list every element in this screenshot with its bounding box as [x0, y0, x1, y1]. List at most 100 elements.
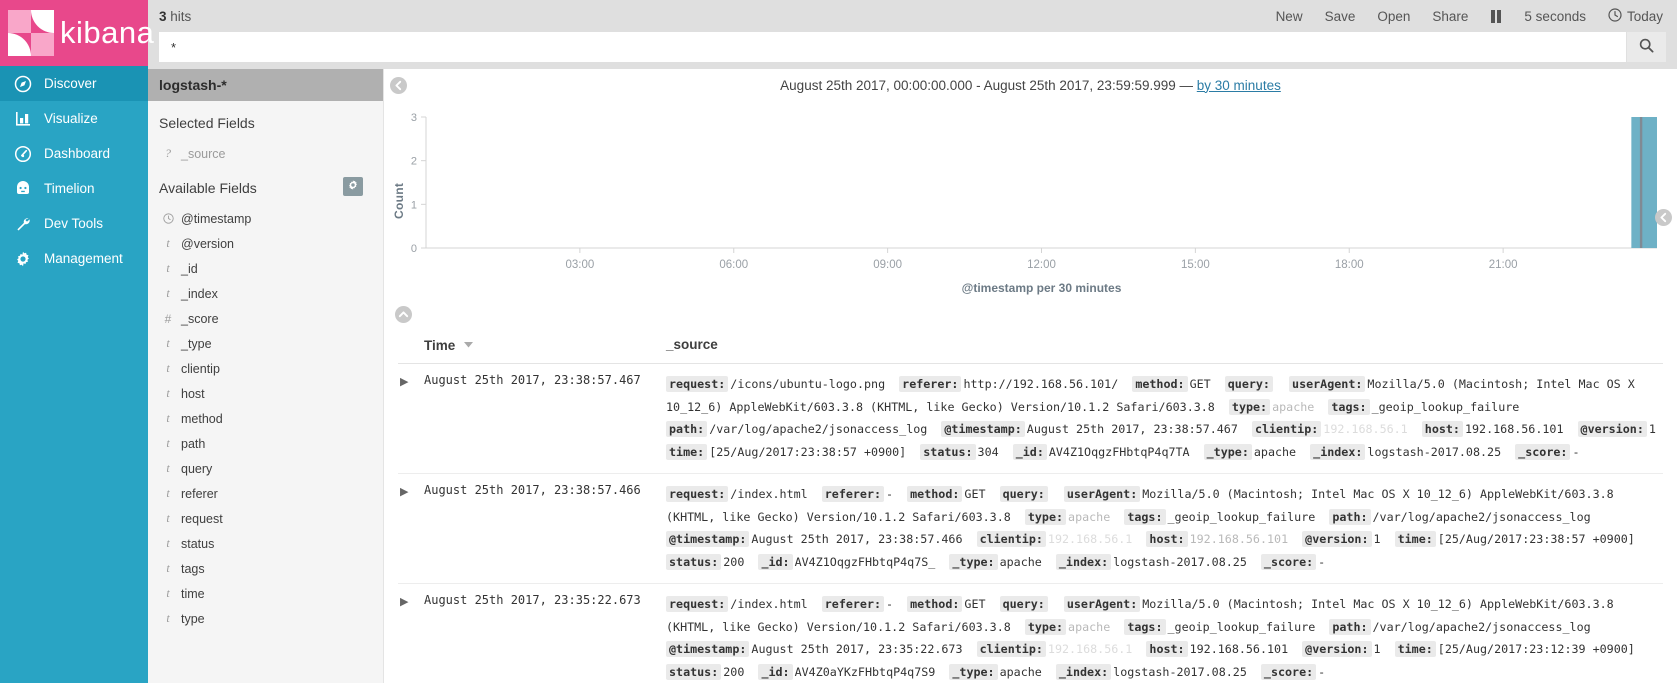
- field-label: method: [181, 411, 223, 426]
- interval-link[interactable]: by 30 minutes: [1197, 78, 1281, 93]
- field-item-@timestamp[interactable]: @timestamp: [159, 206, 373, 231]
- index-pattern-selector[interactable]: logstash-*: [148, 69, 383, 101]
- field-item-host[interactable]: t host: [159, 381, 373, 406]
- time-picker-button[interactable]: Today: [1608, 7, 1663, 25]
- table-header-row: Time _source: [398, 332, 1663, 364]
- x-tick-label: 03:00: [565, 259, 594, 271]
- source-field-key: _type:: [1203, 443, 1252, 460]
- source-field-value: [25/Aug/2017:23:38:57 +0900]: [1437, 532, 1635, 546]
- refresh-interval-button[interactable]: 5 seconds: [1524, 9, 1586, 24]
- source-field-value: 192.168.56.1: [1047, 532, 1133, 546]
- source-field-key: tags:: [1328, 398, 1370, 415]
- source-field-key: _type:: [949, 663, 998, 680]
- kibana-logo-mark: [8, 10, 54, 56]
- source-column-header: _source: [666, 332, 1663, 364]
- source-field-value: 192.168.56.1: [1047, 642, 1133, 656]
- field-item-path[interactable]: t path: [159, 431, 373, 456]
- field-item-query[interactable]: t query: [159, 456, 373, 481]
- nav-label-visualize: Visualize: [44, 111, 98, 126]
- source-field-value: apache: [999, 664, 1042, 679]
- x-tick-label: 12:00: [1027, 259, 1056, 271]
- source-field-value: 192.168.56.101: [1189, 642, 1289, 656]
- source-field-value: /icons/ubuntu-logo.png: [730, 377, 886, 391]
- nav-item-discover[interactable]: Discover: [0, 66, 148, 101]
- source-field-key: _index:: [1055, 553, 1112, 570]
- field-item-_type[interactable]: t _type: [159, 331, 373, 356]
- available-fields-list: @timestamp t @version t _id t _index # _score t _t…: [159, 206, 373, 631]
- field-settings-gear-button[interactable]: [343, 176, 363, 196]
- histogram-chart[interactable]: Count 0 1 2 3 03:00 06:00 09:00 12:00 15:00 18:00…: [384, 101, 1677, 306]
- nav-item-management[interactable]: Management: [0, 241, 148, 276]
- sort-desc-caret-icon[interactable]: [464, 336, 474, 351]
- nav-item-dashboard[interactable]: Dashboard: [0, 136, 148, 171]
- field-type-string-icon: t: [166, 286, 170, 300]
- gear-icon: [14, 250, 40, 268]
- field-item-request[interactable]: t request: [159, 506, 373, 531]
- source-field-key: path:: [1329, 508, 1371, 525]
- field-item-_id[interactable]: t _id: [159, 256, 373, 281]
- field-item-referer[interactable]: t referer: [159, 481, 373, 506]
- histogram-svg: 0 1 2 3 03:00 06:00 09:00 12:00 15:00 18:00 21:00 @…: [411, 112, 1657, 295]
- field-type-string-icon: t: [166, 411, 170, 425]
- search-submit-button[interactable]: [1626, 32, 1666, 62]
- expand-row-caret-icon[interactable]: ▶: [398, 596, 408, 608]
- source-field-value: 1: [1373, 642, 1381, 656]
- field-type-string-icon: t: [166, 336, 170, 350]
- field-item-clientip[interactable]: t clientip: [159, 356, 373, 381]
- field-item-_source[interactable]: ? _source: [159, 141, 373, 166]
- documents-table-body: ▶ August 25th 2017, 23:38:57.467 request: /…: [398, 363, 1663, 683]
- field-type-unknown-icon: ?: [165, 146, 171, 160]
- source-field-key: _type:: [949, 553, 998, 570]
- field-label: request: [181, 511, 223, 526]
- source-field-key: referer:: [899, 376, 962, 392]
- histogram-bar[interactable]: [1631, 117, 1657, 248]
- expand-row-cell: ▶: [398, 363, 424, 474]
- collapse-chart-chevron-icon[interactable]: [395, 306, 412, 323]
- open-button[interactable]: Open: [1377, 9, 1410, 24]
- pause-refresh-button[interactable]: [1490, 9, 1502, 23]
- field-item-_index[interactable]: t _index: [159, 281, 373, 306]
- nav-item-visualize[interactable]: Visualize: [0, 101, 148, 136]
- time-column-header[interactable]: Time: [424, 332, 666, 364]
- source-field-value: AV4Z1OqgzFHbtqP4q7TA: [1048, 444, 1190, 459]
- field-item-_score[interactable]: # _score: [159, 306, 373, 331]
- source-field-key: query:: [999, 596, 1048, 612]
- new-button[interactable]: New: [1276, 9, 1303, 24]
- row-source-cell: request:/index.html referer: - method: GET…: [666, 583, 1663, 683]
- field-item-@version[interactable]: t @version: [159, 231, 373, 256]
- field-item-time[interactable]: t time: [159, 581, 373, 606]
- field-item-type[interactable]: t type: [159, 606, 373, 631]
- source-field-value: AV4Z0aYKzFHbtqP4q7S9: [794, 664, 936, 679]
- field-item-status[interactable]: t status: [159, 531, 373, 556]
- field-label: @timestamp: [181, 211, 252, 226]
- row-source-cell: request:/icons/ubuntu-logo.png referer: h…: [666, 363, 1663, 474]
- collapse-right-chevron-icon[interactable]: [1655, 209, 1672, 226]
- expand-row-cell: ▶: [398, 473, 424, 584]
- field-item-method[interactable]: t method: [159, 406, 373, 431]
- discover-content: August 25th 2017, 00:00:00.000 - August …: [384, 69, 1677, 683]
- field-label: query: [181, 461, 213, 476]
- save-button[interactable]: Save: [1325, 9, 1356, 24]
- chart-header: August 25th 2017, 00:00:00.000 - August …: [384, 69, 1677, 101]
- source-field-key: host:: [1421, 421, 1463, 437]
- expand-row-caret-icon[interactable]: ▶: [398, 486, 408, 498]
- time-range-label: August 25th 2017, 00:00:00.000 - August …: [780, 77, 1194, 93]
- discover-sidebar: logstash-* Selected Fields ? _source Ava…: [148, 69, 384, 683]
- field-item-tags[interactable]: t tags: [159, 556, 373, 581]
- nav-item-dev-tools[interactable]: Dev Tools: [0, 206, 148, 241]
- available-fields-header: Available Fields: [159, 166, 373, 206]
- hits-label: hits: [170, 8, 192, 24]
- search-input[interactable]: [159, 32, 1626, 62]
- source-field-key: @version:: [1302, 641, 1372, 657]
- source-field-key: type:: [1024, 508, 1067, 525]
- kibana-logo[interactable]: kibana: [0, 0, 154, 66]
- row-time-cell: August 25th 2017, 23:38:57.466: [424, 473, 666, 584]
- nav-item-timelion[interactable]: Timelion: [0, 171, 148, 206]
- source-field-value: 192.168.56.101: [1464, 422, 1564, 436]
- table-row: ▶ August 25th 2017, 23:38:57.466 request: /…: [398, 473, 1663, 584]
- expand-row-caret-icon[interactable]: ▶: [398, 376, 408, 388]
- nav-label-dashboard: Dashboard: [44, 146, 111, 161]
- share-button[interactable]: Share: [1432, 9, 1468, 24]
- source-field-key: clientip:: [976, 641, 1046, 657]
- collapse-sidebar-chevron-icon[interactable]: [390, 77, 407, 94]
